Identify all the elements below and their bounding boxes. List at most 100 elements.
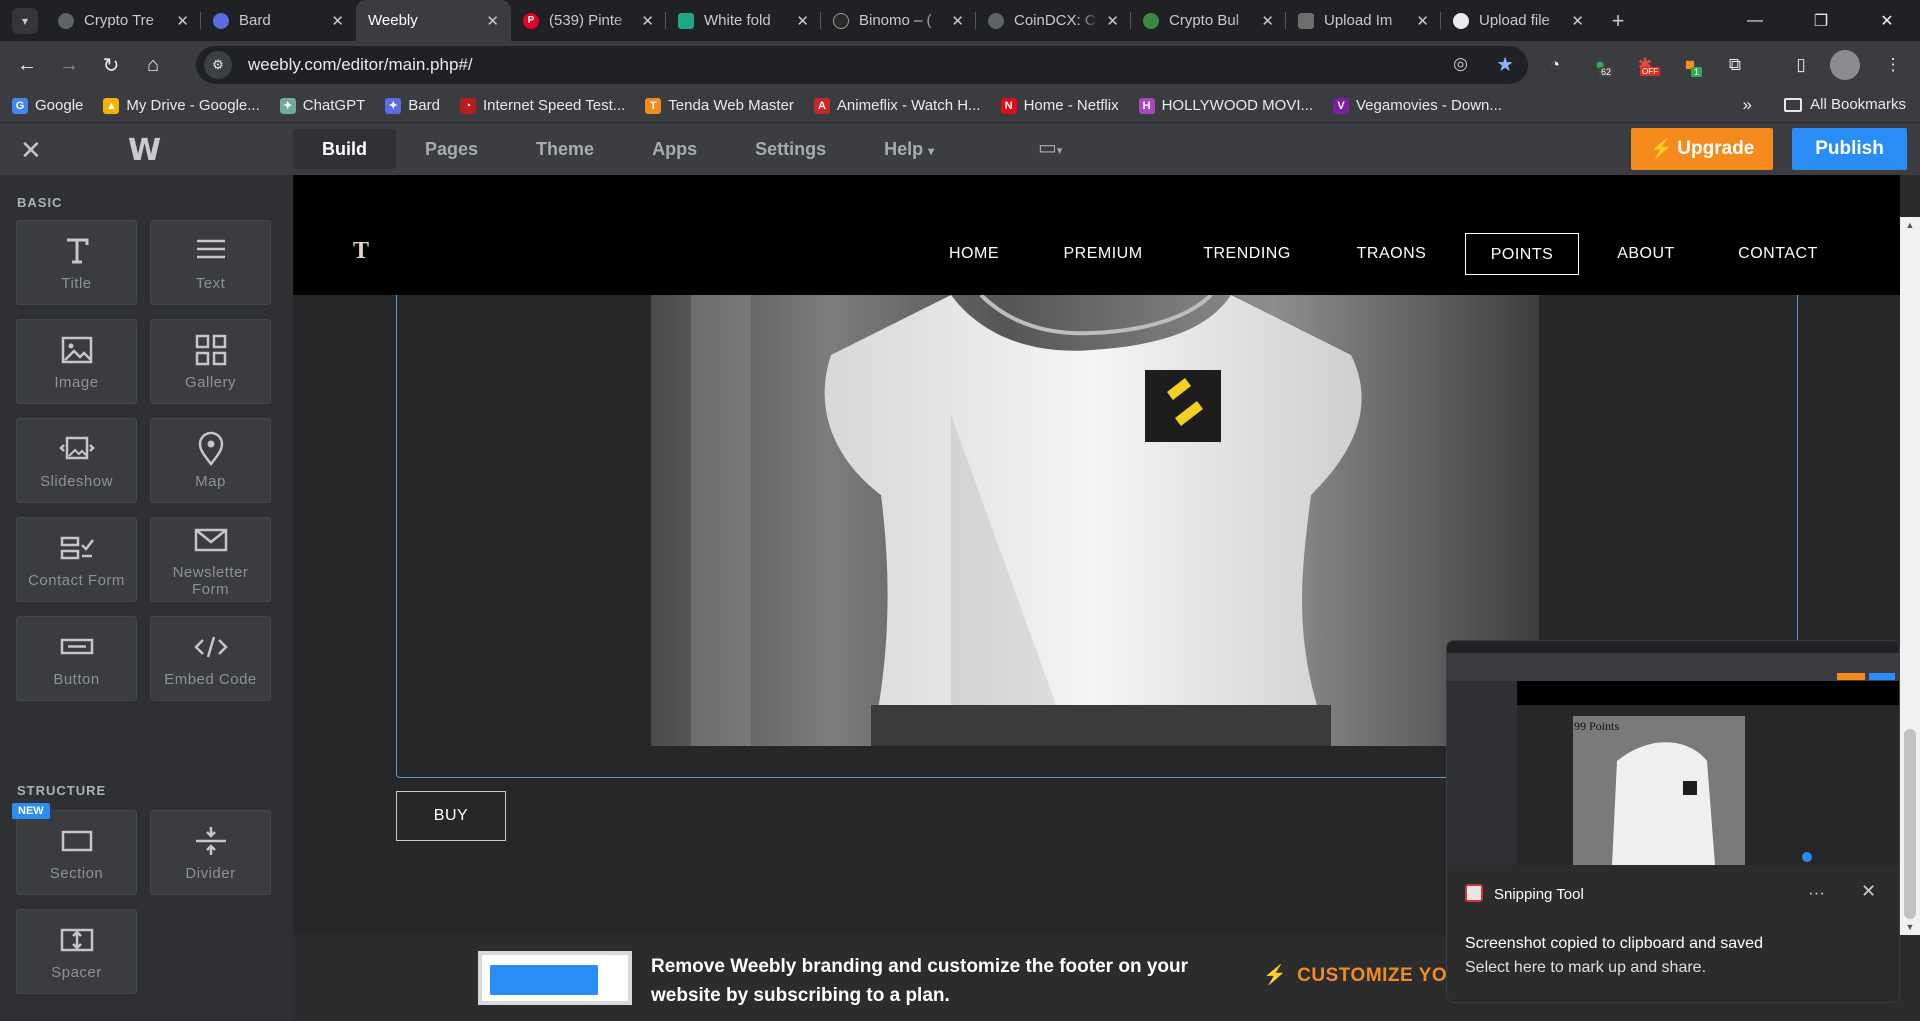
tab-apps[interactable]: Apps [623,129,726,169]
all-bookmarks-label: All Bookmarks [1810,96,1906,113]
bookmark-item[interactable]: ✦ ChatGPT [279,97,365,114]
more-options-icon[interactable]: ··· [1808,883,1825,903]
tab-close-icon[interactable]: ✕ [641,12,654,30]
browser-tab[interactable]: White fold ✕ [666,0,821,41]
minimize-icon[interactable]: — [1722,0,1788,41]
element-image[interactable]: Image [16,319,137,404]
tab-close-icon[interactable]: ✕ [1416,12,1429,30]
device-preview-icon[interactable]: ▭▾ [1038,135,1062,160]
forward-button[interactable]: → [52,48,86,82]
tracking-protection-icon[interactable]: ◎ [1453,54,1468,74]
tab-build[interactable]: Build [293,129,396,169]
customize-footer-link[interactable]: ⚡ CUSTOMIZE YO [1263,963,1447,987]
bookmark-star-icon[interactable]: ★ [1496,52,1514,77]
tab-help[interactable]: Help ▾ [855,129,963,169]
reload-button[interactable]: ↻ [94,48,128,82]
element-gallery[interactable]: Gallery [150,319,271,404]
browser-menu-icon[interactable]: ⋮ [1878,50,1908,80]
site-info-icon[interactable]: ⚙ [204,51,232,79]
bookmark-item[interactable]: T Tenda Web Master [645,97,794,114]
tab-search-button[interactable]: ▾ [12,7,38,34]
tab-close-icon[interactable]: ✕ [796,12,809,30]
back-button[interactable]: ← [10,48,44,82]
restore-icon[interactable]: ❐ [1788,0,1854,41]
bookmark-item[interactable]: ✦ Bard [385,97,440,114]
site-nav-about[interactable]: ABOUT [1610,233,1682,275]
screenshot-thumbnail[interactable]: 99 Points [1447,641,1899,865]
window-close-icon[interactable]: ✕ [1854,0,1920,41]
netflix-icon: N [1000,97,1017,114]
publish-button[interactable]: Publish [1792,128,1907,170]
bookmark-item[interactable]: N Home - Netflix [1000,97,1119,114]
home-button[interactable]: ⌂ [136,48,170,82]
site-nav-premium[interactable]: PREMIUM [1053,233,1153,275]
buy-button[interactable]: BUY [396,791,506,841]
tab-settings[interactable]: Settings [726,129,855,169]
tab-close-icon[interactable]: ✕ [1571,12,1584,30]
site-nav-points[interactable]: POINTS [1465,233,1579,275]
bookmarks-overflow-icon[interactable]: » [1743,95,1752,115]
element-contact-form[interactable]: Contact Form [16,517,137,602]
profile-avatar[interactable] [1830,50,1860,80]
site-logo[interactable]: T [353,238,369,265]
tab-close-icon[interactable]: ✕ [951,12,964,30]
side-panel-icon[interactable]: ▯ [1786,50,1816,80]
scroll-up-icon[interactable]: ▲ [1900,217,1920,233]
tab-close-icon[interactable]: ✕ [1261,12,1274,30]
bookmark-item[interactable]: H HOLLYWOOD MOVI... [1138,97,1313,114]
tab-pages[interactable]: Pages [396,129,507,169]
tab-theme[interactable]: Theme [507,129,623,169]
snipping-tool-notification[interactable]: 99 Points Snipping Tool ··· ✕ Screenshot… [1446,640,1900,1003]
tab-close-icon[interactable]: ✕ [1106,12,1119,30]
browser-tab[interactable]: Upload Im ✕ [1286,0,1441,41]
extension-orange-icon[interactable]: ■ 1 [1675,50,1705,80]
tab-close-icon[interactable]: ✕ [176,12,189,30]
extensions-puzzle-icon[interactable]: ⧉ [1720,50,1750,80]
site-nav-contact[interactable]: CONTACT [1724,233,1832,275]
element-title[interactable]: Title [16,220,137,305]
browser-tab[interactable]: P (539) Pinte ✕ [511,0,666,41]
canvas-scrollbar[interactable]: ▲ ▼ [1900,217,1920,935]
element-divider[interactable]: Divider [150,810,271,895]
scroll-down-icon[interactable]: ▼ [1900,919,1920,935]
browser-tab[interactable]: Binomo – (✕ [821,0,976,41]
bookmark-item[interactable]: V Vegamovies - Down... [1333,97,1502,114]
new-tab-button[interactable]: + [1602,8,1634,34]
bookmark-item[interactable]: ▲ My Drive - Google... [103,97,260,114]
element-text[interactable]: Text [150,220,271,305]
browser-tab[interactable]: CoinDCX: C ✕ [976,0,1131,41]
close-editor-icon[interactable]: ✕ [20,135,42,166]
extension-off-icon[interactable]: ✱ OFF [1630,50,1660,80]
upgrade-button[interactable]: ⚡ Upgrade [1631,128,1773,170]
folder-icon [1784,97,1803,112]
element-slideshow[interactable]: Slideshow [16,418,137,503]
url-text[interactable]: weebly.com/editor/main.php#/ [248,55,473,75]
browser-tab[interactable]: Upload file ✕ [1441,0,1596,41]
browser-tab[interactable]: Crypto Tre ✕ [46,0,201,41]
element-spacer[interactable]: Spacer [16,909,137,994]
bookmark-item[interactable]: ◔ Internet Speed Test... [459,97,625,114]
element-map[interactable]: Map [150,418,271,503]
bookmark-item[interactable]: G Google [12,97,83,114]
extension-gauge-icon[interactable]: ◔ [1540,50,1570,80]
browser-tab-active[interactable]: Weebly ✕ [356,0,511,41]
browser-tab[interactable]: Bard ✕ [201,0,356,41]
all-bookmarks-button[interactable]: All Bookmarks [1784,96,1906,113]
site-nav-home[interactable]: HOME [935,233,1013,275]
scrollbar-thumb[interactable] [1904,729,1916,919]
tab-close-icon[interactable]: ✕ [331,12,344,30]
tab-favicon-icon [988,12,1004,29]
notification-close-icon[interactable]: ✕ [1861,881,1876,902]
tab-close-icon[interactable]: ✕ [486,12,499,30]
address-bar[interactable]: ⚙ weebly.com/editor/main.php#/ ◎ ★ [196,46,1528,84]
product-image[interactable] [651,295,1539,746]
bookmark-item[interactable]: A Animeflix - Watch H... [813,97,981,114]
element-newsletter-form[interactable]: Newsletter Form [150,517,271,602]
element-embed-code[interactable]: Embed Code [150,616,271,701]
browser-tab[interactable]: Crypto Bul ✕ [1131,0,1286,41]
extension-adblock-icon[interactable]: ● 62 [1585,50,1615,80]
site-nav-traons[interactable]: TRAONS [1344,233,1439,275]
site-nav-trending[interactable]: TRENDING [1192,233,1302,275]
element-button[interactable]: Button [16,616,137,701]
element-section[interactable]: NEW Section [12,803,137,895]
